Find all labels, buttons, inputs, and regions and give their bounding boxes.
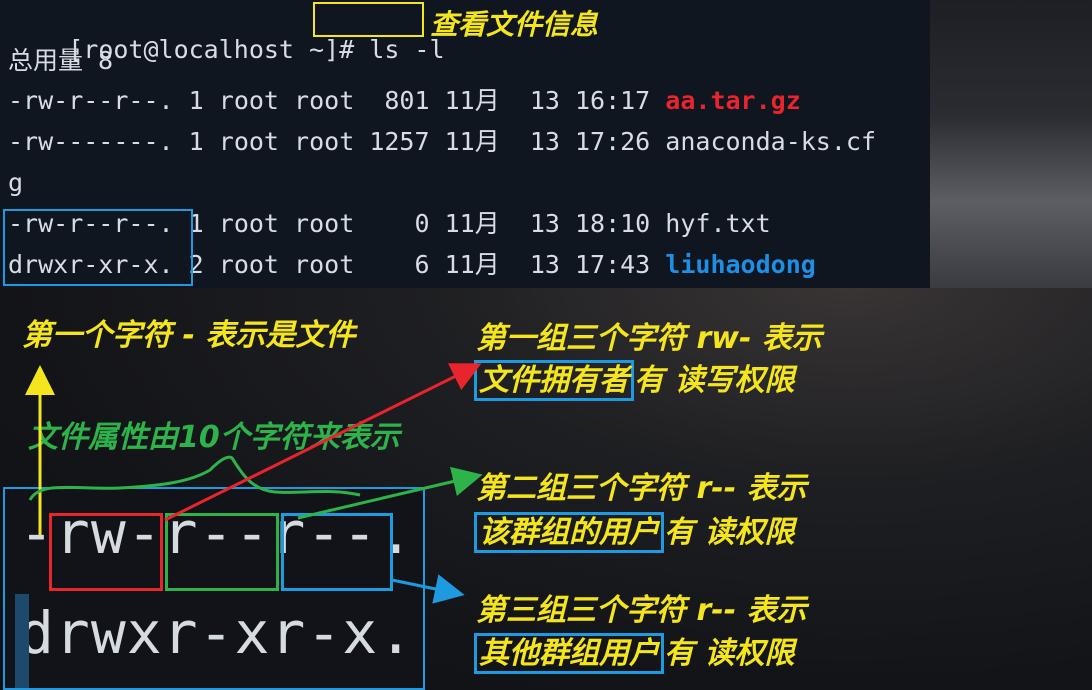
annotation-arrows: [25, 363, 483, 604]
group-arrow: [297, 466, 483, 520]
attribute-scribble: [28, 455, 361, 501]
owner-arrow: [164, 363, 482, 522]
others-arrow: [391, 574, 465, 604]
